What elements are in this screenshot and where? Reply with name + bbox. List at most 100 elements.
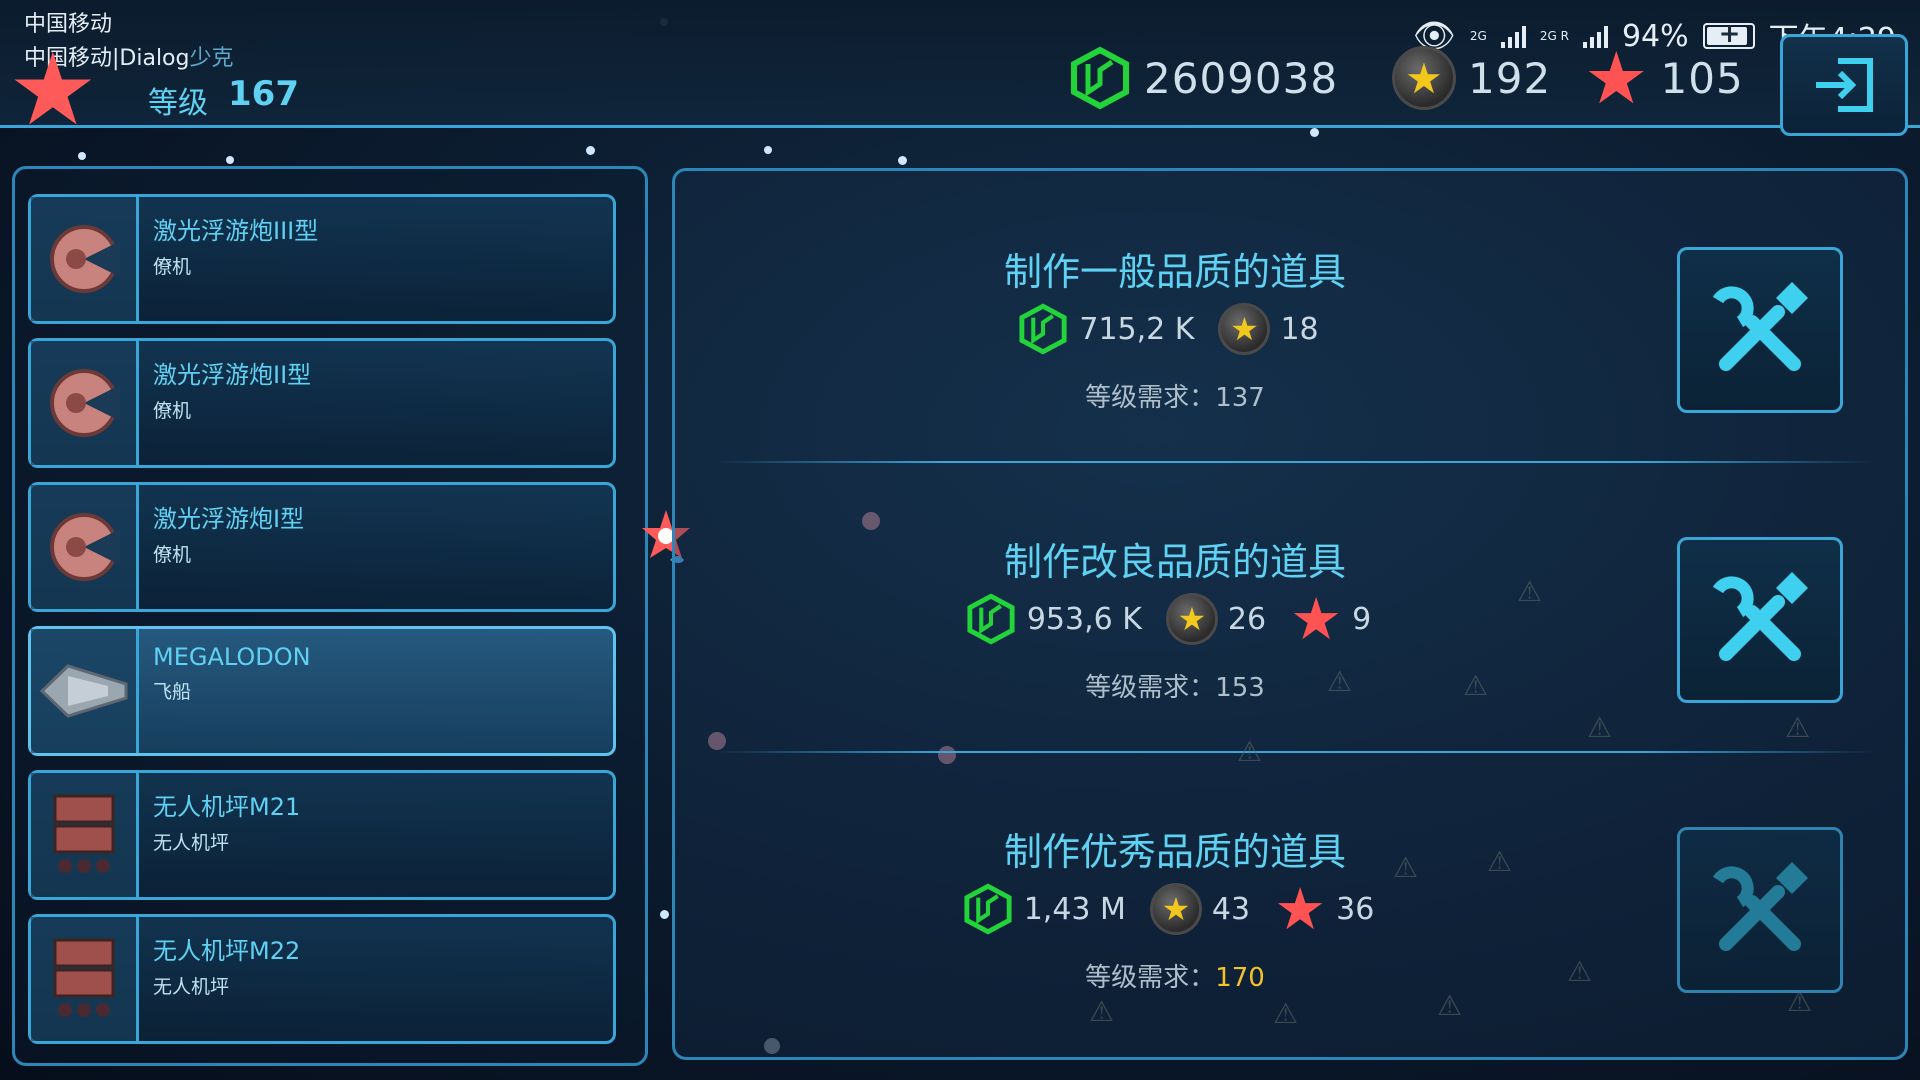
gold-star-coin-icon: ★ [1165, 593, 1218, 645]
green-cube-icon [1071, 46, 1129, 110]
item-name: 无人机坪M22 [153, 937, 301, 965]
level-requirement: 等级需求：170 [675, 957, 1675, 994]
item-type: 飞船 [153, 681, 192, 703]
laser-drone-icon [49, 369, 120, 437]
cost-gold: 26 [1227, 601, 1267, 637]
item-thumbnail [31, 341, 139, 465]
item-thumbnail [31, 629, 139, 753]
warning-triangle-icon: ⚠ [1327, 665, 1353, 698]
item-thumbnail [31, 773, 139, 897]
list-item-selected[interactable]: MEGALODON 飞船 [28, 626, 616, 756]
level-requirement: 等级需求：137 [675, 377, 1675, 414]
item-thumbnail [31, 485, 139, 609]
cost-red: 9 [1352, 601, 1372, 637]
level-label: 等级 [148, 86, 208, 121]
craft-button-improved[interactable] [1677, 537, 1843, 703]
network-type-2: 2G R [1539, 29, 1569, 43]
item-type: 僚机 [153, 400, 192, 422]
gold-star-coin-icon: ★ [1149, 883, 1202, 935]
item-name: 无人机坪M21 [153, 793, 301, 821]
network-type-1: 2G [1469, 29, 1487, 43]
warning-triangle-icon: ⚠ [1567, 955, 1593, 988]
gold-currency: ★ 192 [1392, 46, 1551, 110]
req-value: 153 [1215, 673, 1265, 703]
recipe-cost: 1,43 M ★ 43 ★ 36 [675, 875, 1675, 943]
cost-green: 715,2 K [1079, 311, 1195, 347]
tools-icon [1712, 572, 1808, 661]
cost-green: 953,6 K [1026, 601, 1142, 637]
req-value-insufficient: 170 [1215, 963, 1265, 993]
gold-star-coin-icon: ★ [1392, 46, 1456, 110]
warning-triangle-icon: ⚠ [1587, 711, 1613, 744]
item-thumbnail [31, 917, 139, 1041]
signal-icon [1500, 24, 1526, 48]
red-star-icon: ★ [1584, 36, 1649, 120]
list-item[interactable]: 激光浮游炮II型 僚机 [28, 338, 616, 468]
warning-triangle-icon: ⚠ [1273, 997, 1299, 1030]
item-type: 僚机 [153, 544, 192, 566]
drone-bay-icon [53, 938, 114, 1017]
item-name: 激光浮游炮I型 [153, 505, 305, 533]
item-name: 激光浮游炮II型 [153, 361, 312, 389]
cost-red: 36 [1336, 891, 1375, 927]
level-requirement: 等级需求：153 [675, 667, 1675, 704]
spaceship-icon [39, 664, 127, 718]
item-type: 无人机坪 [153, 976, 230, 998]
item-name: MEGALODON [153, 643, 311, 671]
recipe-common: 制作一般品质的道具 715,2 K ★ 18 等级需求：137 [675, 171, 1911, 431]
req-value: 137 [1215, 383, 1265, 413]
recipe-excellent: 制作优秀品质的道具 1,43 M ★ 43 ★ 36 等级需求：170 [675, 751, 1911, 1011]
list-item[interactable]: 无人机坪M21 无人机坪 [28, 770, 616, 900]
carrier-ghost-text: 少克 [189, 46, 234, 71]
item-name: 激光浮游炮III型 [153, 217, 319, 245]
list-item[interactable]: 无人机坪M22 无人机坪 [28, 914, 616, 1044]
tools-icon [1712, 862, 1808, 951]
recipe-cost: 715,2 K ★ 18 [675, 303, 1675, 355]
craft-button-excellent[interactable] [1677, 827, 1843, 993]
red-currency: ★ 105 [1584, 36, 1744, 120]
level-value: 167 [228, 74, 299, 114]
warning-triangle-icon: ⚠ [1089, 995, 1115, 1028]
gold-currency-value: 192 [1468, 53, 1552, 103]
green-currency-value: 2609038 [1144, 53, 1339, 103]
cost-gold: 43 [1211, 891, 1251, 927]
exit-button[interactable] [1780, 34, 1908, 136]
rank-star-icon: ★ [8, 31, 98, 148]
green-cube-icon [967, 593, 1015, 645]
gold-star-coin-icon: ★ [1218, 303, 1271, 355]
warning-triangle-icon: ⚠ [1487, 845, 1513, 878]
item-type: 无人机坪 [153, 832, 230, 854]
red-star-icon: ★ [1290, 585, 1343, 653]
warning-triangle-icon: ⚠ [1463, 669, 1489, 702]
req-label: 等级需求： [1085, 383, 1216, 413]
warning-triangle-icon: ⚠ [1785, 711, 1811, 744]
warning-triangle-icon: ⚠ [1517, 575, 1543, 608]
crafting-panel: 制作一般品质的道具 715,2 K ★ 18 等级需求：137 制作改良品质的道… [672, 168, 1908, 1060]
req-label: 等级需求： [1085, 673, 1216, 703]
laser-drone-icon [49, 225, 120, 293]
green-currency: 2609038 [1068, 46, 1338, 110]
warning-triangle-icon: ⚠ [1237, 735, 1263, 768]
exit-icon [1816, 58, 1873, 112]
cost-gold: 18 [1280, 311, 1319, 347]
list-item[interactable]: 激光浮游炮III型 僚机 [28, 194, 616, 324]
red-currency-value: 105 [1660, 53, 1744, 103]
warning-triangle-icon: ⚠ [1787, 985, 1813, 1018]
drone-bay-icon [53, 794, 114, 873]
red-star-icon: ★ [1274, 875, 1327, 943]
green-cube-icon [1019, 303, 1067, 355]
warning-triangle-icon: ⚠ [1393, 851, 1419, 884]
item-thumbnail [31, 197, 139, 321]
recipe-title: 制作一般品质的道具 [1003, 250, 1346, 294]
green-cube-icon [964, 883, 1012, 935]
list-item[interactable]: 激光浮游炮I型 僚机 [28, 482, 616, 612]
recipe-improved: 制作改良品质的道具 953,6 K ★ 26 ★ 9 等级需求：153 [675, 461, 1911, 721]
cost-green: 1,43 M [1023, 891, 1126, 927]
warning-triangle-icon: ⚠ [1437, 989, 1463, 1022]
laser-drone-icon [49, 513, 120, 581]
item-type: 僚机 [153, 256, 192, 278]
craft-button-common[interactable] [1677, 247, 1843, 413]
req-label: 等级需求： [1085, 963, 1216, 993]
recipe-title: 制作优秀品质的道具 [1003, 830, 1346, 874]
tools-icon [1712, 282, 1808, 371]
